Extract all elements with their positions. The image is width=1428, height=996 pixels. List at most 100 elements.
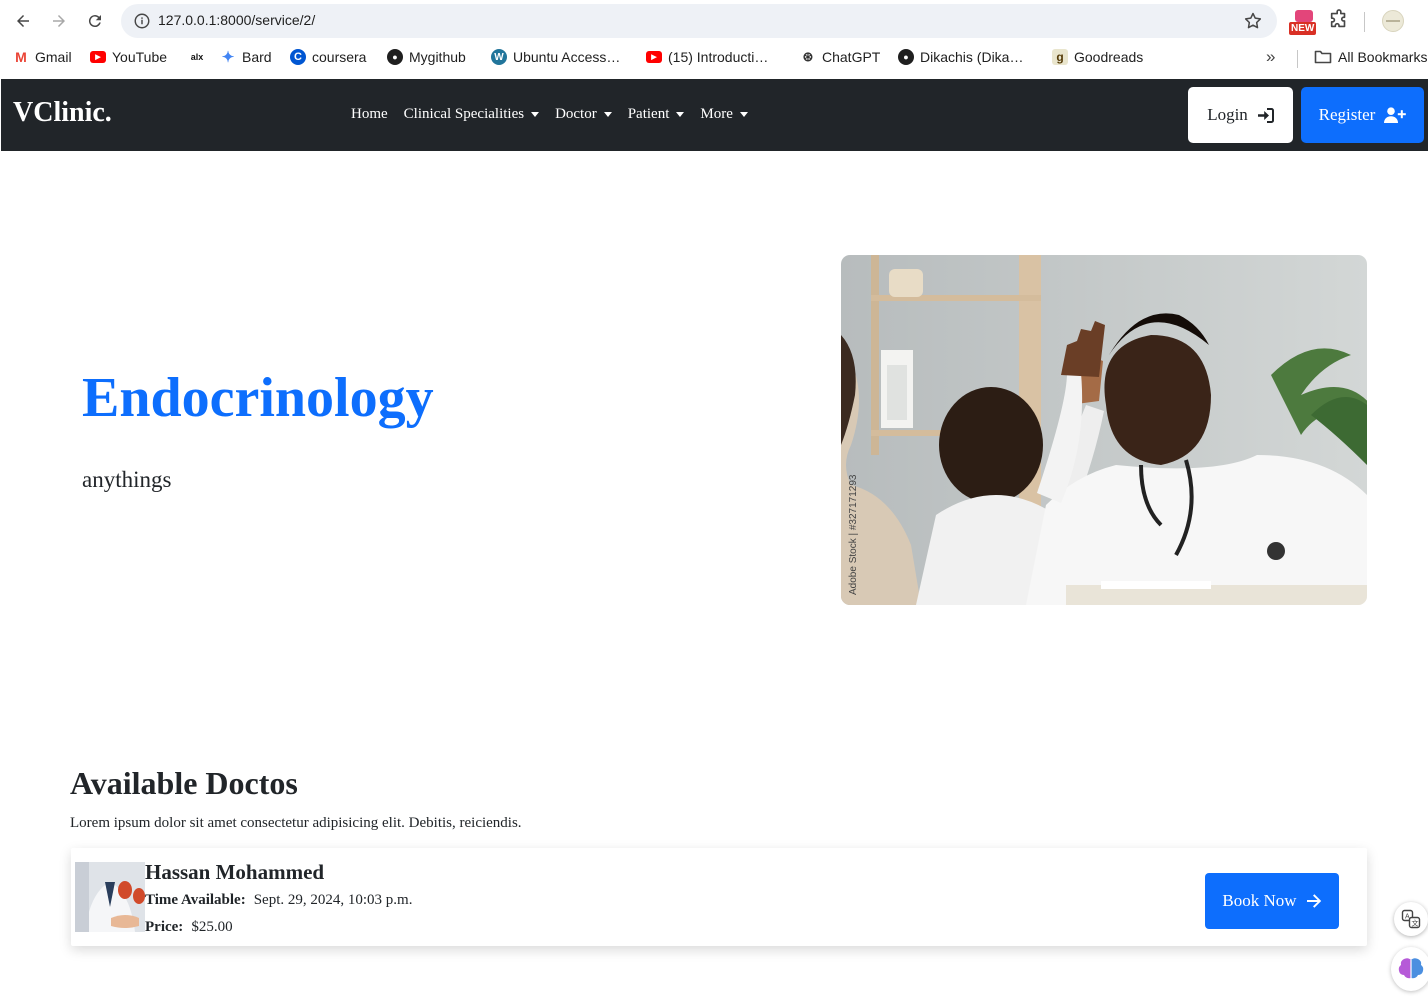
- gift-icon: [1295, 10, 1313, 22]
- bookmark-label: Goodreads: [1074, 49, 1144, 65]
- brand-logo[interactable]: VClinic.: [13, 97, 112, 129]
- youtube-icon: ▶: [646, 51, 662, 63]
- nav-label: Doctor: [555, 106, 597, 122]
- price-label: Price:: [145, 919, 184, 935]
- available-doctors-description: Lorem ipsum dolor sit amet consectetur a…: [70, 815, 522, 831]
- browser-chrome: 127.0.0.1:8000/service/2/ NEW M Gmail ▶ …: [0, 0, 1428, 78]
- bookmarks-overflow-button[interactable]: »: [1266, 47, 1275, 67]
- back-arrow-icon: [17, 15, 29, 27]
- bookmark-goodreads[interactable]: g Goodreads: [1052, 49, 1143, 65]
- sign-in-icon: [1257, 107, 1274, 123]
- wordpress-icon: W: [491, 49, 507, 65]
- nav-home[interactable]: Home: [351, 106, 388, 123]
- extensions-puzzle-icon[interactable]: [1328, 9, 1350, 31]
- site-navbar: VClinic. Home Clinical Specialities Doct…: [1, 79, 1428, 151]
- back-button[interactable]: [10, 8, 36, 34]
- stock-watermark: Adobe Stock | #327171293: [848, 474, 859, 595]
- bookmark-label: (15) Introducti…: [668, 49, 769, 65]
- all-bookmarks-folder[interactable]: All Bookmarks: [1314, 49, 1427, 65]
- bookmark-gmail[interactable]: M Gmail: [13, 49, 72, 65]
- price-value: $25.00: [191, 919, 233, 935]
- arrow-right-icon: [1306, 894, 1321, 908]
- coursera-icon: C: [290, 49, 306, 65]
- reload-icon: [88, 15, 101, 28]
- bookmark-dikachis[interactable]: ● Dikachis (Dika…: [898, 49, 1023, 65]
- bookmark-label: coursera: [312, 49, 367, 65]
- url-text[interactable]: 127.0.0.1:8000/service/2/: [158, 12, 315, 28]
- main-menu: Home Clinical Specialities Doctor Patien…: [351, 106, 764, 123]
- login-button[interactable]: Login: [1188, 87, 1293, 143]
- bookmark-label: Ubuntu Access…: [513, 49, 621, 65]
- caret-down-icon: [531, 112, 540, 117]
- new-extension-button[interactable]: NEW: [1289, 10, 1319, 36]
- toolbar-divider: [1364, 12, 1365, 32]
- caret-down-icon: [603, 112, 612, 117]
- gmail-icon: M: [15, 49, 27, 65]
- bookmark-mygithub[interactable]: ● Mygithub: [387, 49, 466, 65]
- time-label: Time Available:: [145, 892, 246, 908]
- forward-arrow-icon: [53, 15, 65, 27]
- doctor-photo: [75, 862, 145, 932]
- bookmark-chatgpt[interactable]: ⊛ ChatGPT: [800, 49, 881, 65]
- time-value: Sept. 29, 2024, 10:03 p.m.: [253, 892, 413, 908]
- register-label: Register: [1318, 105, 1376, 124]
- user-plus-icon: [1384, 107, 1407, 123]
- login-label: Login: [1207, 105, 1248, 124]
- youtube-icon: ▶: [90, 51, 106, 63]
- address-bar[interactable]: 127.0.0.1:8000/service/2/: [121, 4, 1277, 38]
- bookmark-alx[interactable]: alx: [188, 49, 206, 65]
- specialty-description: anythings: [82, 467, 172, 492]
- goodreads-icon: g: [1052, 49, 1068, 65]
- profile-avatar[interactable]: [1382, 10, 1404, 32]
- doctor-card: Hassan Mohammed Time Available: Sept. 29,…: [71, 848, 1367, 946]
- nav-more[interactable]: More: [700, 106, 748, 123]
- nav-clinical-specialities[interactable]: Clinical Specialities: [403, 106, 540, 123]
- register-button[interactable]: Register: [1301, 87, 1424, 143]
- site-info-icon[interactable]: [133, 12, 151, 30]
- bookmark-label: YouTube: [112, 49, 168, 65]
- ai-assistant-button[interactable]: [1391, 947, 1428, 991]
- bookmark-label: Mygithub: [409, 49, 466, 65]
- alx-icon: alx: [190, 52, 204, 62]
- caret-down-icon: [676, 112, 685, 117]
- doctor-name: Hassan Mohammed: [145, 860, 325, 884]
- bookmarks-divider: [1297, 50, 1298, 68]
- bookmark-ubuntu-access[interactable]: W Ubuntu Access…: [491, 49, 620, 65]
- chatgpt-icon: ⊛: [802, 49, 814, 64]
- bookmark-label: Bard: [242, 49, 272, 65]
- bookmark-label: All Bookmarks: [1338, 49, 1428, 65]
- nav-label: More: [700, 106, 733, 122]
- bookmark-star-icon[interactable]: [1243, 11, 1263, 31]
- doctor-availability: Time Available: Sept. 29, 2024, 10:03 p.m…: [145, 892, 412, 909]
- svg-text:文: 文: [1412, 919, 1419, 928]
- forward-button[interactable]: [46, 8, 72, 34]
- brain-icon: [1398, 958, 1424, 980]
- caret-down-icon: [739, 112, 748, 117]
- available-doctors-title: Available Doctos: [70, 765, 298, 801]
- nav-label: Patient: [627, 106, 670, 122]
- bookmark-label: Gmail: [35, 49, 72, 65]
- book-now-button[interactable]: Book Now: [1205, 873, 1339, 929]
- github-icon: ●: [387, 49, 403, 65]
- bard-icon: ✦: [221, 49, 235, 66]
- bookmarks-bar: M Gmail ▶ YouTube alx ✦ Bard C coursera …: [0, 42, 1428, 74]
- folder-icon: [1314, 50, 1332, 64]
- nav-patient[interactable]: Patient: [628, 106, 685, 123]
- bookmark-introduction[interactable]: ▶ (15) Introducti…: [646, 49, 768, 65]
- specialty-title: Endocrinology: [82, 367, 434, 429]
- nav-label: Clinical Specialities: [403, 106, 525, 122]
- reload-button[interactable]: [82, 8, 108, 34]
- bookmark-coursera[interactable]: C coursera: [290, 49, 366, 65]
- browser-toolbar: 127.0.0.1:8000/service/2/ NEW: [0, 0, 1428, 42]
- book-now-label: Book Now: [1222, 891, 1297, 910]
- translate-widget-button[interactable]: A文: [1394, 902, 1428, 936]
- nav-label: Home: [351, 106, 388, 122]
- bookmark-label: ChatGPT: [822, 49, 881, 65]
- bookmark-youtube[interactable]: ▶ YouTube: [90, 49, 167, 65]
- new-badge: NEW: [1289, 22, 1317, 35]
- bookmark-bard[interactable]: ✦ Bard: [220, 49, 272, 66]
- nav-doctor[interactable]: Doctor: [555, 106, 612, 123]
- github-icon: ●: [898, 49, 914, 65]
- doctor-price: Price: $25.00: [145, 919, 233, 936]
- specialty-hero-image: Adobe Stock | #327171293: [841, 255, 1367, 605]
